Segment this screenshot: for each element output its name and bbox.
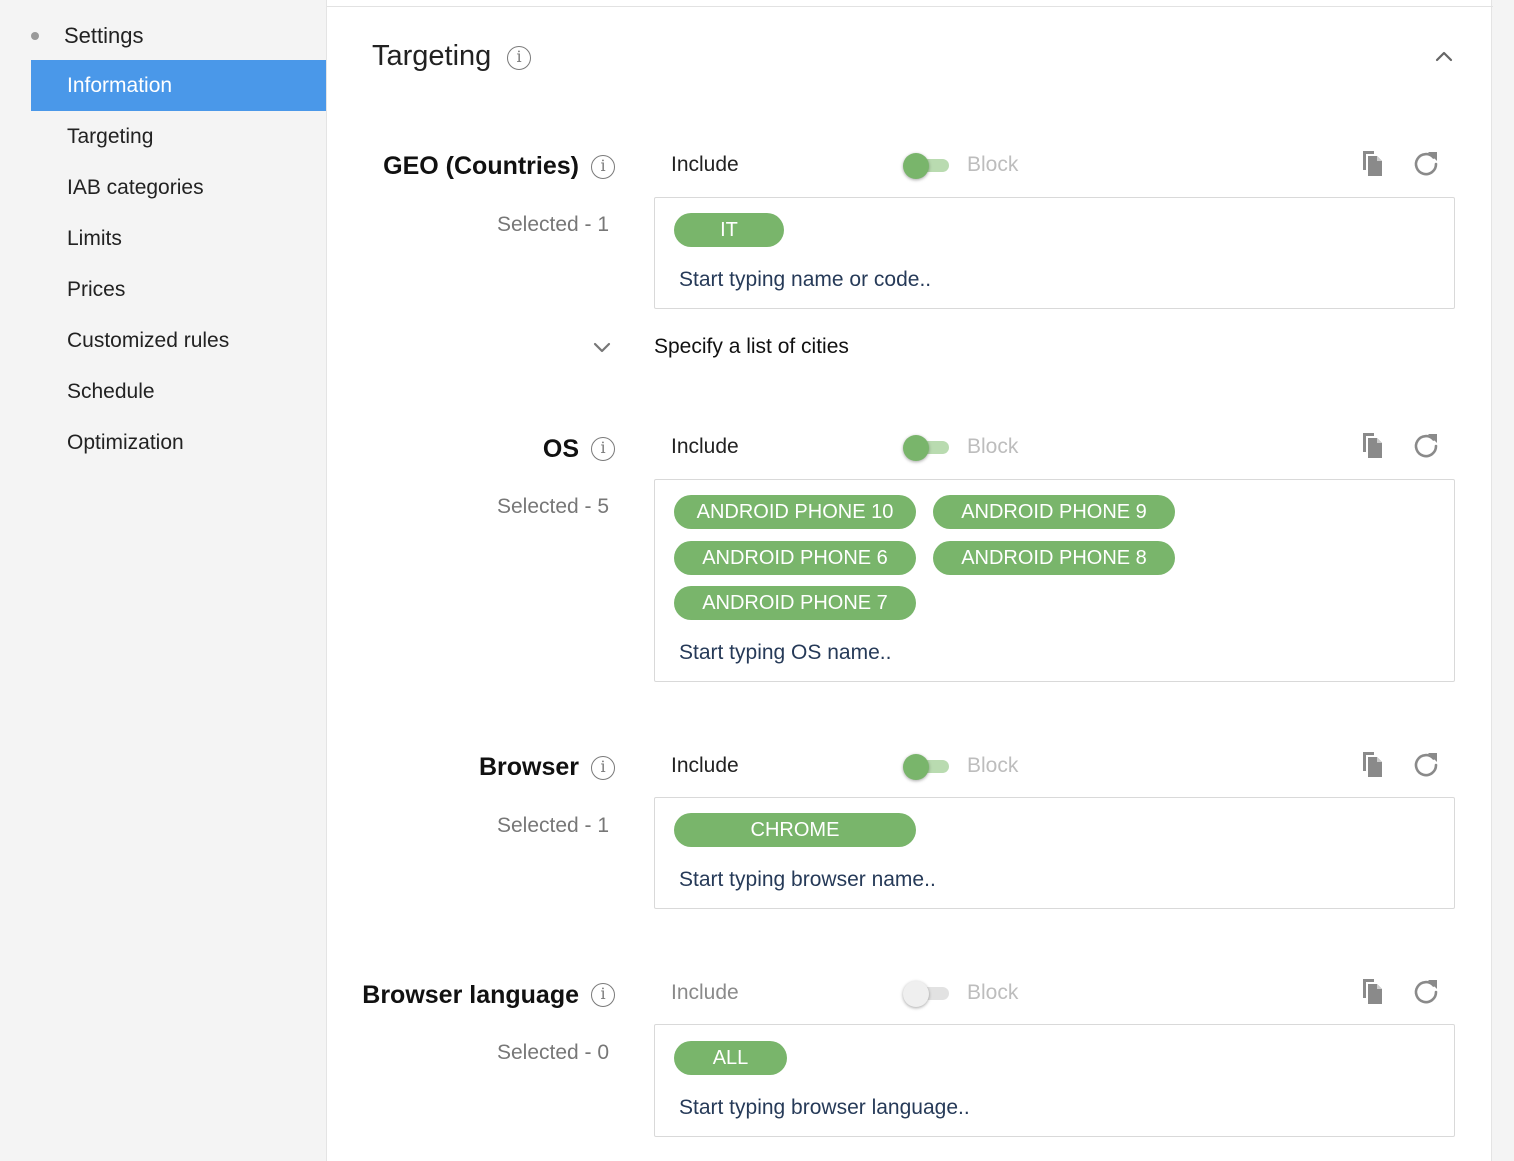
sidebar-item-label: Prices — [67, 277, 126, 301]
info-icon[interactable]: i — [591, 983, 615, 1007]
browser-chip-box[interactable]: CHROME — [654, 797, 1455, 909]
include-label[interactable]: Include — [671, 435, 739, 459]
geo-selected-count: Selected - 1 — [497, 213, 610, 236]
include-label[interactable]: Include — [671, 754, 739, 778]
refresh-icon[interactable] — [1411, 148, 1441, 178]
copy-icon[interactable] — [1357, 749, 1387, 779]
sidebar-item-information[interactable]: Information — [31, 60, 326, 111]
refresh-icon[interactable] — [1411, 430, 1441, 460]
sidebar-item-customized-rules[interactable]: Customized rules — [31, 315, 326, 366]
copy-icon[interactable] — [1357, 976, 1387, 1006]
block-label[interactable]: Block — [967, 754, 1018, 778]
sidebar-item-label: Limits — [67, 226, 122, 250]
chip[interactable]: ANDROID PHONE 7 — [674, 586, 916, 620]
chip[interactable]: ANDROID PHONE 9 — [933, 495, 1175, 529]
browser-label: Browser — [478, 753, 579, 781]
os-label: OS — [542, 435, 579, 463]
sidebar-item-label: Information — [67, 73, 173, 97]
os-selected-count: Selected - 5 — [497, 495, 610, 518]
bullet-icon — [31, 32, 39, 40]
browser-language-chip-box[interactable]: ALL — [654, 1024, 1455, 1137]
sidebar-item-label: Customized rules — [67, 328, 230, 352]
browser-language-selected-count: Selected - 0 — [497, 1041, 610, 1064]
sidebar-item-targeting[interactable]: Targeting — [31, 111, 326, 162]
sidebar-nav: Information Targeting IAB categories Lim… — [31, 60, 326, 468]
chip[interactable]: IT — [674, 213, 784, 247]
copy-icon[interactable] — [1357, 148, 1387, 178]
block-label[interactable]: Block — [967, 981, 1018, 1005]
include-block-toggle[interactable] — [903, 752, 951, 780]
targeting-panel: Targeting i GEO (Countries) i Selected -… — [326, 0, 1493, 1161]
info-icon[interactable]: i — [591, 437, 615, 461]
sidebar-item-optimization[interactable]: Optimization — [31, 417, 326, 468]
include-block-toggle[interactable] — [903, 151, 951, 179]
refresh-icon[interactable] — [1411, 749, 1441, 779]
include-label[interactable]: Include — [671, 153, 739, 177]
include-block-toggle[interactable] — [903, 433, 951, 461]
chip[interactable]: CHROME — [674, 813, 916, 847]
block-label[interactable]: Block — [967, 435, 1018, 459]
copy-icon[interactable] — [1357, 430, 1387, 460]
info-icon[interactable]: i — [507, 46, 531, 70]
chevron-down-icon[interactable] — [591, 336, 613, 358]
chip[interactable]: ANDROID PHONE 10 — [674, 495, 916, 529]
browser-language-label: Browser language — [362, 981, 579, 1009]
specify-cities-link[interactable]: Specify a list of cities — [654, 335, 849, 359]
os-search-input[interactable] — [679, 641, 1379, 665]
divider — [327, 6, 1493, 7]
sidebar-item-limits[interactable]: Limits — [31, 213, 326, 264]
page-title: Targeting — [372, 40, 492, 72]
sidebar-item-label: Schedule — [67, 379, 155, 403]
sidebar-item-label: Targeting — [67, 124, 154, 148]
info-icon[interactable]: i — [591, 756, 615, 780]
os-chip-box[interactable]: ANDROID PHONE 10 ANDROID PHONE 9 ANDROID… — [654, 479, 1455, 682]
geo-search-input[interactable] — [679, 268, 1379, 292]
browser-selected-count: Selected - 1 — [497, 814, 610, 837]
browser-language-search-input[interactable] — [679, 1096, 1379, 1120]
sidebar: Settings Information Targeting IAB categ… — [0, 0, 326, 1161]
sidebar-item-label: Optimization — [67, 430, 184, 454]
refresh-icon[interactable] — [1411, 976, 1441, 1006]
sidebar-item-iab-categories[interactable]: IAB categories — [31, 162, 326, 213]
chip[interactable]: ANDROID PHONE 6 — [674, 541, 916, 575]
sidebar-item-schedule[interactable]: Schedule — [31, 366, 326, 417]
geo-label: GEO (Countries) — [383, 152, 579, 180]
info-icon[interactable]: i — [591, 155, 615, 179]
chip[interactable]: ALL — [674, 1041, 787, 1075]
chip[interactable]: ANDROID PHONE 8 — [933, 541, 1175, 575]
block-label[interactable]: Block — [967, 153, 1018, 177]
include-block-toggle[interactable] — [903, 979, 951, 1007]
sidebar-header-label: Settings — [64, 23, 144, 48]
sidebar-header: Settings — [0, 18, 326, 54]
chevron-up-icon[interactable] — [1433, 46, 1455, 68]
browser-search-input[interactable] — [679, 868, 1379, 892]
include-label[interactable]: Include — [671, 981, 739, 1005]
sidebar-item-prices[interactable]: Prices — [31, 264, 326, 315]
sidebar-item-label: IAB categories — [67, 175, 204, 199]
geo-chip-box[interactable]: IT — [654, 197, 1455, 309]
